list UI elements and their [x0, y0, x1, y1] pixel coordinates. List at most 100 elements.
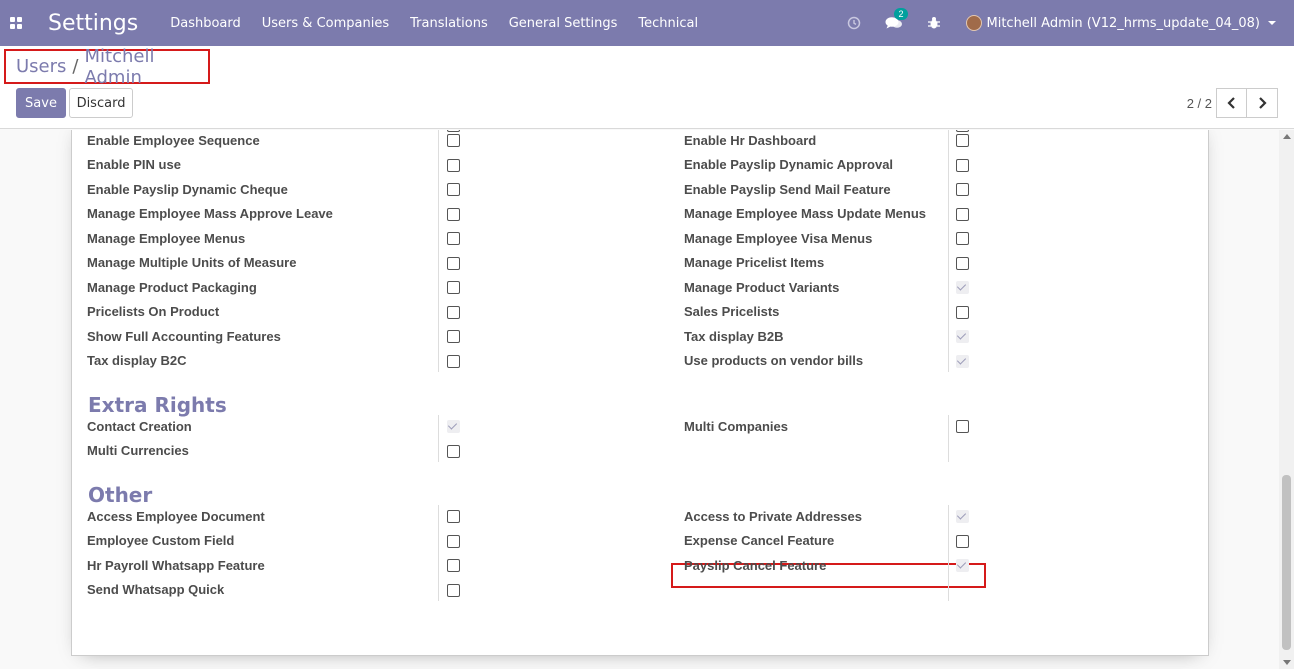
field-row-hr-payroll-whatsapp-feature: Hr Payroll Whatsapp Feature [87, 553, 265, 577]
menu-dashboard[interactable]: Dashboard [170, 16, 241, 31]
field-label: Send Whatsapp Quick [87, 582, 225, 597]
field-label: Enable Payslip Send Mail Feature [684, 181, 891, 197]
checkbox-contact-creation[interactable] [447, 420, 460, 433]
field-label: Multi Currencies [87, 443, 189, 458]
checkbox-enable-employee-sequence[interactable] [447, 134, 460, 147]
field-row-tax-display-b2b: Tax display B2B [684, 324, 783, 348]
checkbox-pricelists-on-product[interactable] [447, 305, 460, 319]
menu-general-settings[interactable]: General Settings [509, 16, 618, 31]
field-label: Enable PIN use [87, 157, 181, 172]
navbar-systray: 2 Mitchell Admin (V12_hrms_update_04_08) [834, 0, 1294, 46]
partial-checkbox[interactable] [447, 130, 460, 132]
top-navbar: Settings Dashboard Users & Companies Tra… [0, 0, 1294, 46]
field-label: Pricelists On Product [87, 304, 220, 319]
checkbox-expense-cancel-feature[interactable] [956, 534, 969, 548]
field-label: Hr Payroll Whatsapp Feature [87, 557, 265, 573]
scroll-up-arrow-icon[interactable] [1283, 134, 1291, 139]
field-label: Manage Employee Mass Approve Leave [87, 206, 333, 221]
save-button[interactable]: Save [16, 88, 66, 118]
chat-icon[interactable]: 2 [874, 0, 914, 46]
checkbox-enable-hr-dashboard[interactable] [956, 134, 969, 147]
avatar [965, 15, 982, 31]
main-menu: Dashboard Users & Companies Translations… [170, 16, 719, 31]
checkbox-tax-display-b2b[interactable] [956, 330, 969, 343]
field-row-manage-product-packaging: Manage Product Packaging [87, 275, 257, 299]
breadcrumb-users[interactable]: Users [16, 56, 66, 77]
checkbox-use-products-on-vendor-bills[interactable] [956, 354, 969, 368]
checkbox-show-full-accounting-features[interactable] [447, 330, 460, 343]
pager: 2 / 2 [1187, 88, 1278, 118]
field-row-multi-companies: Multi Companies [684, 414, 788, 438]
apps-menu-icon[interactable] [0, 0, 32, 46]
checkbox-manage-employee-visa-menus[interactable] [956, 232, 969, 245]
field-label: Manage Employee Mass Update Menus [684, 206, 927, 221]
field-label: Use products on vendor bills [684, 353, 864, 368]
field-row-enable-payslip-dynamic-cheque: Enable Payslip Dynamic Cheque [87, 177, 288, 201]
pager-next-button[interactable] [1247, 88, 1278, 118]
checkbox-manage-multiple-units-of-measure[interactable] [447, 256, 460, 270]
checkbox-manage-pricelist-items[interactable] [956, 256, 969, 270]
field-label: Manage Employee Visa Menus [684, 230, 873, 246]
field-label: Manage Product Variants [684, 279, 840, 295]
clock-icon[interactable] [834, 0, 874, 46]
partial-checkbox[interactable] [956, 130, 969, 132]
checkbox-sales-pricelists[interactable] [956, 305, 969, 319]
checkbox-employee-custom-field[interactable] [447, 534, 460, 548]
checkbox-enable-payslip-send-mail-feature[interactable] [956, 183, 969, 196]
checkbox-manage-product-packaging[interactable] [447, 281, 460, 294]
checkbox-multi-companies[interactable] [956, 420, 969, 433]
checkbox-tax-display-b2c[interactable] [447, 354, 460, 368]
field-row-tax-display-b2c: Tax display B2C [87, 349, 186, 373]
checkbox-manage-employee-menus[interactable] [447, 232, 460, 245]
field-label: Tax display B2C [87, 353, 187, 368]
field-row-send-whatsapp-quick: Send Whatsapp Quick [87, 578, 224, 602]
chevron-left-icon [1226, 97, 1235, 109]
scroll-down-arrow-icon[interactable] [1283, 660, 1291, 665]
checkbox-multi-currencies[interactable] [447, 444, 460, 458]
user-menu[interactable]: Mitchell Admin (V12_hrms_update_04_08) [954, 15, 1294, 31]
menu-technical[interactable]: Technical [638, 16, 698, 31]
breadcrumb-current: Mitchell Admin [84, 45, 155, 88]
field-row-manage-employee-mass-update-menus: Manage Employee Mass Update Menus [684, 202, 926, 226]
menu-translations[interactable]: Translations [410, 16, 488, 31]
field-row-expense-cancel-feature: Expense Cancel Feature [684, 529, 834, 553]
field-row-enable-hr-dashboard: Enable Hr Dashboard [684, 130, 816, 152]
checkbox-access-employee-document[interactable] [447, 510, 460, 523]
checkbox-manage-employee-mass-approve-leave[interactable] [447, 207, 460, 221]
field-row-enable-pin-use: Enable PIN use [87, 153, 181, 177]
checkbox-enable-payslip-dynamic-cheque[interactable] [447, 183, 460, 196]
checkbox-send-whatsapp-quick[interactable] [447, 583, 460, 597]
checkbox-payslip-cancel-feature[interactable] [956, 559, 969, 572]
field-label: Show Full Accounting Features [87, 328, 281, 344]
form-view: Extra Rights Other Enable Employee Seque… [0, 130, 1294, 669]
checkbox-manage-employee-mass-update-menus[interactable] [956, 207, 969, 221]
field-label: Contact Creation [87, 418, 192, 434]
user-name: Mitchell Admin (V12_hrms_update_04_08) [986, 15, 1261, 31]
checkbox-access-to-private-addresses[interactable] [956, 510, 969, 523]
field-row-enable-payslip-dynamic-approval: Enable Payslip Dynamic Approval [684, 153, 893, 177]
discard-button[interactable]: Discard [69, 88, 133, 118]
field-label: Access to Private Addresses [684, 508, 863, 524]
pager-previous-button[interactable] [1216, 88, 1247, 118]
field-row-enable-employee-sequence: Enable Employee Sequence [87, 130, 260, 152]
field-label: Multi Companies [684, 418, 789, 434]
field-label: Enable Payslip Dynamic Approval [684, 157, 894, 172]
checkbox-enable-pin-use[interactable] [447, 158, 460, 172]
pager-value[interactable]: 2 / 2 [1187, 96, 1212, 111]
checkbox-manage-product-variants[interactable] [956, 281, 969, 294]
form-sheet: Extra Rights Other Enable Employee Seque… [71, 130, 1209, 656]
scrollbar[interactable] [1279, 130, 1294, 669]
field-row-enable-payslip-send-mail-feature: Enable Payslip Send Mail Feature [684, 177, 891, 201]
column-divider [948, 415, 949, 462]
scroll-thumb[interactable] [1282, 475, 1291, 650]
field-label: Manage Product Packaging [87, 279, 257, 295]
field-row-manage-product-variants: Manage Product Variants [684, 275, 839, 299]
field-row-pricelists-on-product: Pricelists On Product [87, 300, 219, 324]
checkbox-hr-payroll-whatsapp-feature[interactable] [447, 559, 460, 572]
field-label: Manage Multiple Units of Measure [87, 255, 297, 270]
checkbox-enable-payslip-dynamic-approval[interactable] [956, 158, 969, 172]
column-divider [438, 415, 439, 462]
menu-users-companies[interactable]: Users & Companies [262, 16, 389, 31]
bug-icon[interactable] [914, 0, 954, 46]
field-row-use-products-on-vendor-bills: Use products on vendor bills [684, 349, 863, 373]
